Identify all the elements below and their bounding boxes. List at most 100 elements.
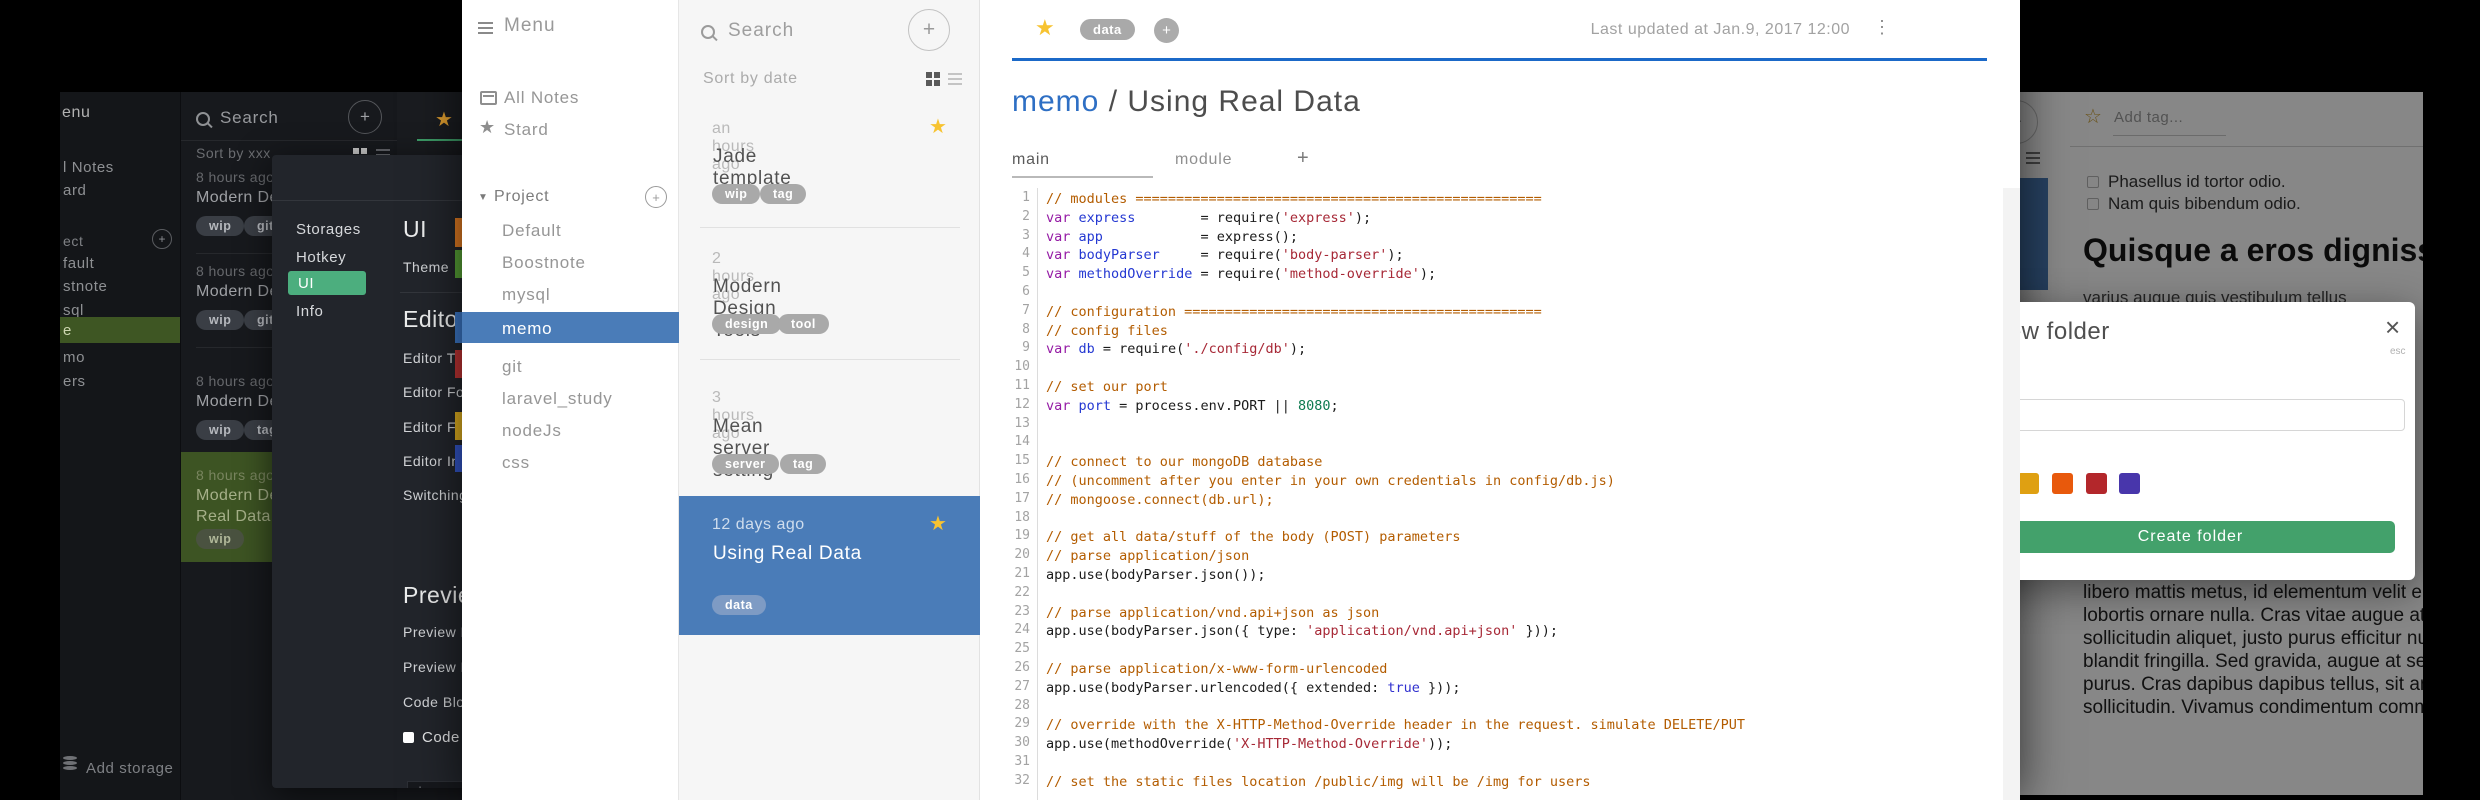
code-line[interactable]: 3 var app = express(); [980, 228, 2000, 247]
menu-icon[interactable] [478, 22, 493, 24]
color-swatch-red[interactable] [2086, 473, 2107, 494]
code-line[interactable]: 21 app.use(bodyParser.json()); [980, 566, 2000, 585]
breadcrumb-folder[interactable]: memo [1012, 85, 1099, 118]
code-line[interactable]: 32// set the static files location /publ… [980, 773, 2000, 792]
add-tab-button[interactable]: + [1297, 147, 1309, 170]
settings-tab-ui-selected[interactable]: UI [288, 271, 366, 295]
sidebar-item-starred[interactable]: Stard [504, 120, 549, 140]
create-folder-button[interactable]: Create folder [2020, 521, 2395, 553]
theme-color-chip[interactable] [455, 250, 462, 278]
color-swatch-amber[interactable] [2020, 473, 2039, 494]
search-input[interactable]: Search [728, 20, 794, 42]
dark-folder-selected-row[interactable]: e [60, 317, 180, 343]
settings-editor-font2[interactable]: Editor Fo [403, 419, 462, 435]
list-view-icon[interactable] [948, 73, 962, 75]
note-tag[interactable]: design [712, 314, 782, 334]
dark-folder-boostnote[interactable]: stnote [63, 278, 107, 295]
code-line[interactable]: 29// override with the X-HTTP-Method-Ove… [980, 716, 2000, 735]
settings-editor-indent[interactable]: Editor Ind [403, 453, 462, 469]
dark-list-view-icon[interactable] [376, 149, 390, 151]
dark-sort-dropdown[interactable]: Sort by xxx [196, 145, 271, 161]
grid-view-icon[interactable] [926, 72, 932, 78]
star-toggle-icon[interactable]: ★ [1035, 15, 1055, 41]
new-note-button[interactable]: + [908, 9, 950, 51]
code-line[interactable]: 10 [980, 359, 2000, 378]
note-tag[interactable]: data [712, 595, 766, 615]
code-line[interactable]: 18 [980, 510, 2000, 529]
settings-editor-theme[interactable]: Editor Th [403, 350, 462, 366]
settings-preview-font2[interactable]: Preview F [403, 659, 462, 675]
theme-color-chip[interactable] [455, 350, 462, 378]
sidebar-folder-boostnote[interactable]: Boostnote [502, 253, 586, 273]
dark-search-input[interactable]: Search [220, 108, 279, 128]
dark-folder-default[interactable]: fault [63, 255, 94, 272]
dark-star-icon[interactable]: ★ [435, 107, 453, 132]
settings-checkbox[interactable] [403, 732, 414, 743]
note-tag[interactable]: tag [780, 454, 827, 474]
editor-scrollbar-track[interactable] [2003, 188, 2020, 800]
settings-theme-label[interactable]: Theme [403, 259, 449, 275]
dark-folder-memo[interactable]: mo [63, 349, 85, 366]
dark-sidebar-item-all-notes[interactable]: l Notes [63, 159, 114, 176]
code-line[interactable]: 19// get all data/stuff of the body (POS… [980, 528, 2000, 547]
chevron-down-icon[interactable]: ▼ [478, 192, 488, 203]
color-swatch-indigo[interactable] [2119, 473, 2140, 494]
code-line[interactable]: 13 [980, 416, 2000, 435]
dark-note-tag[interactable]: wip [196, 529, 245, 549]
code-line[interactable]: 7// configuration ======================… [980, 303, 2000, 322]
code-line[interactable]: 24 app.use(bodyParser.json({ type: 'appli… [980, 622, 2000, 641]
dark-add-storage-button[interactable]: Add storage [86, 760, 174, 777]
settings-tab-info[interactable]: Info [296, 303, 323, 320]
sidebar-folder-laravel-study[interactable]: laravel_study [502, 389, 613, 409]
sidebar-folder-memo-selected[interactable]: memo [462, 312, 679, 343]
code-line[interactable]: 27 app.use(bodyParser.urlencoded({ extend… [980, 679, 2000, 698]
sidebar-folder-nodejs[interactable]: nodeJs [502, 421, 562, 441]
code-line[interactable]: 25 [980, 641, 2000, 660]
sidebar-folder-css[interactable]: css [502, 453, 530, 473]
settings-code-block[interactable]: Code Blo [403, 694, 462, 710]
code-line[interactable]: 9 var db = require('./config/db'); [980, 340, 2000, 359]
tab-main[interactable]: main [1012, 151, 1050, 169]
menu-label[interactable]: Menu [504, 15, 556, 37]
code-line[interactable]: 26// parse application/x-www-form-urlenc… [980, 660, 2000, 679]
code-line[interactable]: 12 var port = process.env.PORT || 8080; [980, 397, 2000, 416]
code-line[interactable]: 31 [980, 754, 2000, 773]
sort-dropdown[interactable]: Sort by date [703, 70, 798, 88]
tab-module[interactable]: module [1175, 151, 1232, 169]
add-folder-button[interactable]: + [645, 186, 667, 208]
sidebar-folder-git[interactable]: git [502, 357, 522, 377]
dark-new-note-button[interactable]: + [348, 100, 382, 134]
note-tag[interactable]: tag [760, 184, 807, 204]
theme-color-chip[interactable] [455, 445, 462, 472]
settings-tab-hotkey[interactable]: Hotkey [296, 249, 346, 266]
theme-color-chip[interactable] [455, 312, 462, 343]
settings-switching[interactable]: Switching [403, 487, 462, 503]
dark-note-tag[interactable]: wip [196, 216, 245, 236]
code-line[interactable]: 16// (uncomment after you enter in your … [980, 472, 2000, 491]
note-tag[interactable]: server [712, 454, 779, 474]
dark-note-tag[interactable]: wip [196, 420, 245, 440]
code-line[interactable]: 20// parse application/json [980, 547, 2000, 566]
code-line[interactable]: 22 [980, 585, 2000, 604]
code-line[interactable]: 2 var express = require('express'); [980, 209, 2000, 228]
sidebar-project-label[interactable]: Project [494, 188, 549, 206]
folder-name-input[interactable] [2020, 399, 2405, 431]
dark-menu-label[interactable]: enu [62, 104, 91, 122]
dark-folder-others[interactable]: ers [63, 373, 86, 390]
dark-grid-view-icon[interactable] [353, 148, 359, 154]
settings-editor-font[interactable]: Editor Fo [403, 384, 462, 400]
dark-project-label[interactable]: ect [63, 233, 83, 249]
code-line[interactable]: 30 app.use(methodOverride('X-HTTP-Method-… [980, 735, 2000, 754]
code-line[interactable]: 4 var bodyParser = require('body-parser')… [980, 246, 2000, 265]
note-tag-badge[interactable]: data [1080, 19, 1135, 40]
sidebar-folder-default[interactable]: Default [502, 221, 561, 241]
theme-color-chip[interactable] [455, 412, 462, 440]
sidebar-folder-mysql[interactable]: mysql [502, 285, 550, 305]
sidebar-item-all-notes[interactable]: All Notes [504, 88, 579, 108]
dark-sidebar-item-starred[interactable]: ard [63, 182, 86, 199]
code-line[interactable]: 14 [980, 434, 2000, 453]
code-line[interactable]: 11// set our port [980, 378, 2000, 397]
code-line[interactable]: 17// mongoose.connect(db.url); [980, 491, 2000, 510]
kebab-menu-icon[interactable]: ⋮ [1873, 17, 1891, 38]
code-line[interactable]: 15// connect to our mongoDB database [980, 453, 2000, 472]
